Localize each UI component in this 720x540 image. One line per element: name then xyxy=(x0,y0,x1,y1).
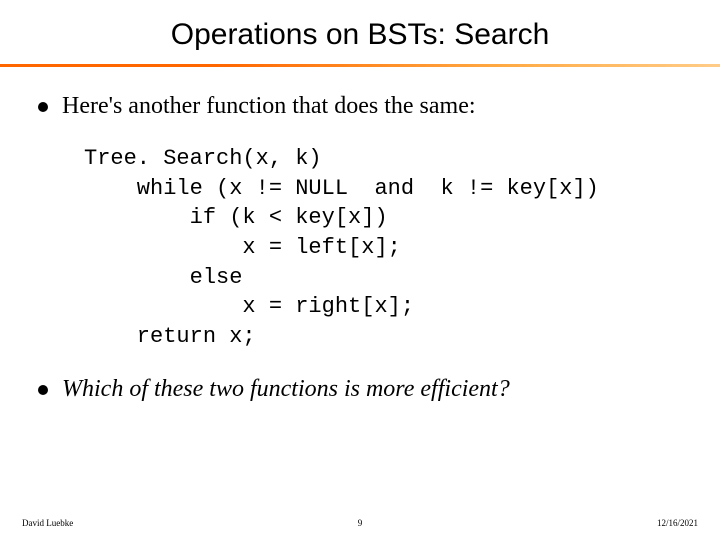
bullet-text-1: Here's another function that does the sa… xyxy=(62,93,476,120)
footer-page-number: 9 xyxy=(358,518,363,528)
bullet-text-2: Which of these two functions is more eff… xyxy=(62,376,510,403)
bullet-icon xyxy=(38,385,48,395)
accent-bar xyxy=(0,64,720,67)
bullet-item-2: Which of these two functions is more eff… xyxy=(38,376,682,403)
bullet-item-1: Here's another function that does the sa… xyxy=(38,93,682,120)
slide-title: Operations on BSTs: Search xyxy=(0,18,720,52)
footer-author: David Luebke xyxy=(22,518,73,528)
bullet-icon xyxy=(38,102,48,112)
footer: David Luebke 9 12/16/2021 xyxy=(0,518,720,528)
slide: Operations on BSTs: Search Here's anothe… xyxy=(0,0,720,540)
footer-date: 12/16/2021 xyxy=(657,518,698,528)
content-area: Here's another function that does the sa… xyxy=(0,93,720,403)
code-block: Tree. Search(x, k) while (x != NULL and … xyxy=(84,144,682,352)
